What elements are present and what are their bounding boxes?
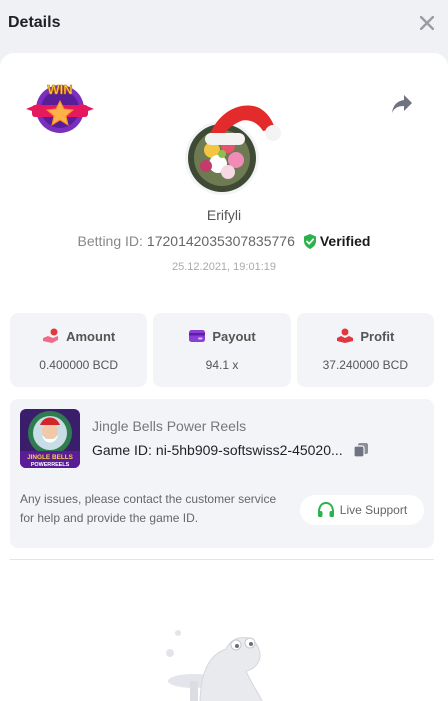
- details-panel: WIN Erifyli Betting ID: 1720142035307835…: [0, 53, 448, 701]
- stat-amount: Amount 0.400000 BCD: [10, 313, 148, 387]
- stat-payout-label: Payout: [212, 328, 256, 344]
- verified-shield-icon: [303, 233, 316, 249]
- game-card: JINGLE BELLS POWERREELS Jingle Bells Pow…: [10, 399, 434, 548]
- live-support-button[interactable]: Live Support: [300, 495, 424, 525]
- verified-label: Verified: [319, 233, 371, 249]
- headset-icon: [317, 501, 334, 517]
- betting-id-line: Betting ID: 1720142035307835776 Verified: [0, 233, 448, 249]
- game-id-line: Game ID: ni-5hb909-softswiss2-45020...: [92, 442, 369, 458]
- share-button[interactable]: [390, 93, 414, 115]
- user-avatar-group: [185, 105, 285, 195]
- stat-profit-value: 37.240000 BCD: [322, 358, 409, 372]
- page-title: Details: [8, 14, 61, 31]
- game-name[interactable]: Jingle Bells Power Reels: [92, 418, 246, 434]
- profit-hand-icon: [337, 328, 354, 343]
- copy-icon[interactable]: [353, 442, 369, 458]
- game-id-value: ni-5hb909-softswiss2-45020...: [155, 442, 343, 458]
- game-id-label: Game ID:: [92, 442, 152, 458]
- stat-payout-value: 94.1 x: [205, 357, 239, 372]
- close-icon: [420, 16, 434, 30]
- thumb-title-line1: JINGLE BELLS: [27, 454, 74, 461]
- verified-badge: Verified: [303, 233, 371, 249]
- dinosaur-mascot-image: [160, 625, 270, 701]
- live-support-label: Live Support: [339, 503, 408, 517]
- thumb-title-line2: POWERREELS: [31, 462, 70, 468]
- santa-hat-icon: [205, 105, 281, 145]
- close-button[interactable]: [416, 12, 438, 34]
- wallet-card-icon: [189, 330, 206, 342]
- win-badge-text: WIN: [47, 82, 72, 97]
- hand-coin-icon: [43, 328, 59, 343]
- support-message: Any issues, please contact the customer …: [20, 492, 277, 525]
- stat-amount-label: Amount: [66, 328, 116, 344]
- win-badge: WIN: [24, 79, 96, 135]
- username: Erifyli: [206, 207, 242, 223]
- betting-id-value: 1720142035307835776: [146, 233, 295, 249]
- stat-profit-label: Profit: [360, 328, 395, 344]
- betting-id-label: Betting ID:: [77, 233, 143, 249]
- stat-amount-value: 0.400000 BCD: [39, 358, 119, 372]
- stat-profit: Profit 37.240000 BCD: [296, 313, 434, 387]
- bet-timestamp: 25.12.2021, 19:01:19: [172, 261, 276, 273]
- share-arrow-icon: [392, 95, 412, 113]
- bet-stats: Amount 0.400000 BCD Payout 94.1 x Profit…: [10, 313, 434, 387]
- stat-payout: Payout 94.1 x: [153, 313, 291, 387]
- details-header: Details: [0, 0, 448, 46]
- section-divider: [10, 559, 434, 560]
- game-thumbnail[interactable]: JINGLE BELLS POWERREELS: [20, 409, 80, 468]
